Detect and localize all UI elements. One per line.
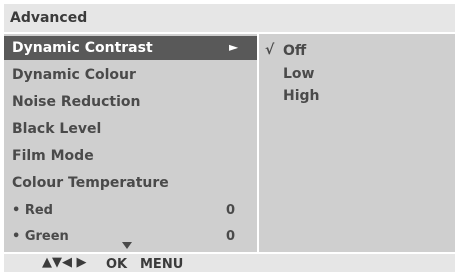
check-mark-icon: √ — [265, 42, 275, 58]
menu-item-dynamic-colour[interactable]: Dynamic Colour — [4, 63, 257, 87]
menu-item-dynamic-contrast[interactable]: Dynamic Contrast ► — [4, 36, 257, 60]
sub-item-value: 0 — [225, 229, 235, 244]
sub-item-label: • Red — [12, 203, 53, 218]
menu-item-label: Dynamic Colour — [12, 67, 136, 83]
menu-item-colour-temperature[interactable]: Colour Temperature — [4, 171, 257, 195]
option-off[interactable]: Off — [283, 43, 306, 59]
menu-item-film-mode[interactable]: Film Mode — [4, 144, 257, 168]
navigation-arrows-icon: ▲▼◀ ▶ — [42, 255, 87, 270]
menu-item-label: Noise Reduction — [12, 94, 141, 110]
option-high[interactable]: High — [283, 88, 320, 104]
settings-list: Dynamic Contrast ► Dynamic Colour Noise … — [4, 34, 257, 254]
advanced-menu-panel: Advanced Dynamic Contrast ► Dynamic Colo… — [4, 4, 455, 272]
title-bar: Advanced — [4, 4, 455, 32]
menu-item-label: Dynamic Contrast — [12, 40, 153, 56]
scroll-down-icon — [122, 242, 132, 249]
menu-item-label: Colour Temperature — [12, 175, 169, 191]
sub-item-red[interactable]: • Red 0 — [4, 198, 257, 222]
navigation-hint-bar: ▲▼◀ ▶ OK MENU — [4, 254, 455, 272]
menu-item-label: Film Mode — [12, 148, 94, 164]
menu-item-black-level[interactable]: Black Level — [4, 117, 257, 141]
menu-title: Advanced — [10, 10, 88, 26]
ok-hint: OK — [106, 257, 128, 272]
sub-item-label: • Green — [12, 229, 69, 244]
menu-item-noise-reduction[interactable]: Noise Reduction — [4, 90, 257, 114]
menu-hint: MENU — [140, 257, 184, 272]
option-low[interactable]: Low — [283, 66, 314, 82]
submenu-arrow-icon: ► — [229, 40, 239, 54]
menu-item-label: Black Level — [12, 121, 102, 137]
options-list: √ Off Low High — [259, 34, 455, 254]
sub-item-value: 0 — [225, 203, 235, 218]
